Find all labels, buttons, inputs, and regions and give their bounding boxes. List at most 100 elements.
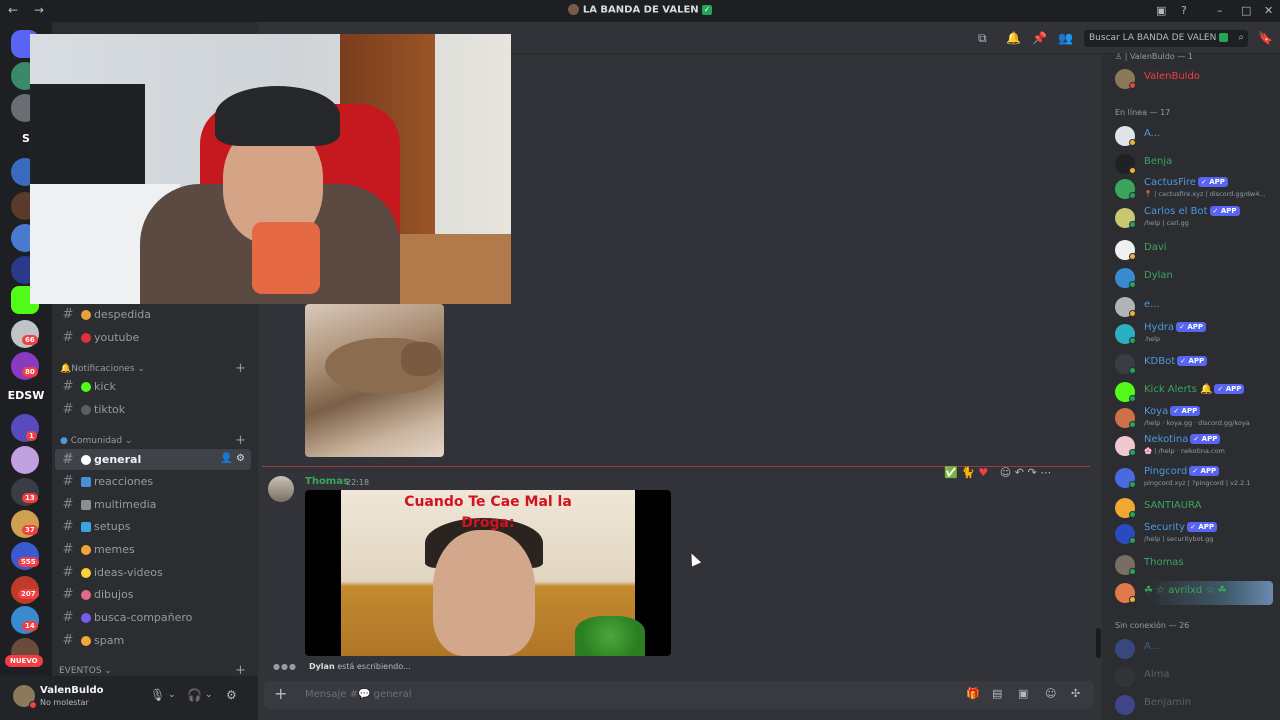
help-icon[interactable]: ? <box>1181 4 1187 17</box>
category-notificaciones[interactable]: 🔔Notificaciones ⌄ <box>60 364 145 374</box>
forward-icon[interactable]: ↷ <box>1027 466 1036 479</box>
threads-icon[interactable]: ⧉ <box>978 31 987 46</box>
member-item[interactable]: A... <box>1115 124 1275 148</box>
hash-icon: # <box>62 633 74 648</box>
gift-icon[interactable]: 🎁 <box>966 687 980 700</box>
member-list-icon[interactable]: 👥 <box>1058 31 1073 45</box>
create-channel-icon[interactable]: + <box>235 433 246 448</box>
category-eventos[interactable]: EVENTOS ⌄ <box>59 666 112 676</box>
server-icon[interactable] <box>11 446 39 474</box>
member-item[interactable]: Davi <box>1115 238 1275 262</box>
member-activity: /help · koya.gg · discord.gg/koya <box>1144 419 1250 427</box>
new-badge[interactable]: NUEVO <box>5 655 43 667</box>
reply-icon[interactable]: ↶ <box>1015 466 1024 479</box>
mention-badge: 80 <box>22 367 38 377</box>
server-text-icon[interactable]: EDSW <box>4 389 48 402</box>
member-item[interactable]: Kick Alerts 🔔 ✓ APP <box>1115 380 1275 404</box>
upload-plus-icon[interactable]: + <box>274 684 287 703</box>
channel-reacciones[interactable]: # reacciones <box>55 471 251 492</box>
close-icon[interactable]: ✕ <box>1264 4 1273 17</box>
member-item[interactable]: Nekotina ✓ APP 🌸 | /help · nekotina.com <box>1115 434 1275 458</box>
channel-memes[interactable]: # memes <box>55 539 251 560</box>
channel-multimedia[interactable]: # multimedia <box>55 494 251 515</box>
heart-reaction-icon[interactable]: ♥ <box>978 466 988 479</box>
maximize-icon[interactable]: □ <box>1241 4 1251 17</box>
message-author[interactable]: Thomas <box>305 476 349 487</box>
more-icon[interactable]: ⋯ <box>1040 466 1051 479</box>
member-activity: /help | securitybot.gg <box>1144 535 1214 543</box>
channel-dibujos[interactable]: # dibujos <box>55 584 251 605</box>
channel-tiktok[interactable]: # tiktok <box>55 399 251 420</box>
member-item[interactable]: Koya ✓ APP/help · koya.gg · discord.gg/ko… <box>1115 406 1275 430</box>
app-badge: ✓ APP <box>1189 466 1220 476</box>
channel-general[interactable]: # general 👤 ⚙ <box>55 449 251 470</box>
gif-icon[interactable]: ▤ <box>992 687 1002 700</box>
member-item[interactable]: ☘ ☆ avrilxd ☆ ☘ <box>1115 581 1273 605</box>
channel-ideas-videos[interactable]: # ideas-videos <box>55 562 251 583</box>
channel-kick[interactable]: # kick <box>55 376 251 397</box>
chevron-down-icon[interactable]: ⌄ <box>205 690 213 700</box>
cam-floor <box>390 234 511 304</box>
member-group-online: En línea — 17 <box>1115 108 1171 117</box>
headphones-icon[interactable]: 🎧 <box>187 688 202 702</box>
add-reaction-icon[interactable]: ☺ <box>1000 466 1011 479</box>
dnd-status-icon <box>29 701 37 709</box>
apps-icon[interactable]: ✣ <box>1071 687 1080 700</box>
member-item[interactable]: Carlos el Bot ✓ APP/help | carl.gg <box>1115 206 1275 230</box>
member-name: SANTIAURA <box>1144 500 1202 511</box>
minimize-icon[interactable]: – <box>1217 4 1223 17</box>
capybara-image[interactable] <box>305 304 444 457</box>
channel-busca-companero[interactable]: # busca-compañero <box>55 607 251 628</box>
create-channel-icon[interactable]: + <box>235 361 246 376</box>
gear-icon[interactable]: ⚙ <box>226 688 237 702</box>
member-item[interactable]: ValenBuldo <box>1115 67 1275 91</box>
hash-icon: # <box>62 519 74 534</box>
member-item[interactable]: e... <box>1115 295 1275 319</box>
category-comunidad[interactable]: ● Comunidad ⌄ <box>60 436 133 446</box>
member-item[interactable]: SANTIAURA <box>1115 496 1275 520</box>
member-item[interactable]: Dylan <box>1115 266 1275 290</box>
emoji-icon[interactable]: ☺ <box>1045 687 1056 700</box>
bell-icon[interactable]: 🔔 <box>1006 31 1021 45</box>
channel-setups[interactable]: # setups <box>55 516 251 537</box>
channel-youtube[interactable]: # youtube <box>55 327 251 348</box>
status-icon <box>1129 221 1136 228</box>
status-icon <box>1129 481 1136 488</box>
message-input[interactable]: Mensaje #💬 general <box>305 689 412 700</box>
hash-icon: # <box>62 379 74 394</box>
status-icon <box>1129 537 1136 544</box>
check-reaction-icon[interactable]: ✅ <box>944 466 958 479</box>
cat-reaction-icon[interactable]: 🐈 <box>961 466 975 479</box>
member-item-offline[interactable]: Alma <box>1115 665 1275 689</box>
username[interactable]: ValenBuldo <box>40 685 103 696</box>
add-member-icon[interactable]: 👤 <box>220 453 232 464</box>
member-item[interactable]: Benja <box>1115 152 1275 176</box>
microphone-icon[interactable]: 🎙 <box>150 688 165 702</box>
member-item[interactable]: KDBot ✓ APP <box>1115 352 1275 376</box>
inbox-icon[interactable]: ▣ <box>1156 4 1166 17</box>
channel-despedida[interactable]: # despedida <box>55 304 251 325</box>
app-badge: ✓ APP <box>1197 177 1228 187</box>
app-badge: ✓ APP <box>1209 206 1240 216</box>
search-input[interactable]: Buscar LA BANDA DE VALEN ⌕ <box>1084 30 1248 47</box>
channel-label: multimedia <box>94 498 157 511</box>
video-embed[interactable]: Cuando Te Cae Mal la Droga: <box>305 490 671 656</box>
gear-icon[interactable]: ⚙ <box>236 453 245 464</box>
member-item-offline[interactable]: A... <box>1115 637 1275 661</box>
member-item[interactable]: Security ✓ APP/help | securitybot.gg <box>1115 522 1275 546</box>
member-item[interactable]: CactusFire ✓ APP 📍 | cactusfire.xyz | disc… <box>1115 177 1275 201</box>
avatar[interactable] <box>268 476 294 502</box>
member-item[interactable]: Hydra ✓ APP .help <box>1115 322 1275 346</box>
channel-spam[interactable]: # spam <box>55 630 251 651</box>
sticker-icon[interactable]: ▣ <box>1018 687 1028 700</box>
inbox-icon[interactable]: 🔖 <box>1258 31 1273 45</box>
member-name-text: Carlos el Bot <box>1144 206 1208 217</box>
member-item-offline[interactable]: Benjamin <box>1115 693 1275 717</box>
pin-icon[interactable]: 📌 <box>1032 31 1047 45</box>
message-composer[interactable]: + Mensaje #💬 general 🎁 ▤ ▣ ☺ ✣ <box>264 681 1094 709</box>
member-item[interactable]: Pingcord ✓ APP pingcord.xyz | ?pingcord | … <box>1115 466 1275 490</box>
chat-scrollbar[interactable] <box>1096 628 1101 658</box>
chevron-down-icon[interactable]: ⌄ <box>168 690 176 700</box>
member-item[interactable]: Thomas <box>1115 553 1275 577</box>
server-icon <box>567 4 579 15</box>
